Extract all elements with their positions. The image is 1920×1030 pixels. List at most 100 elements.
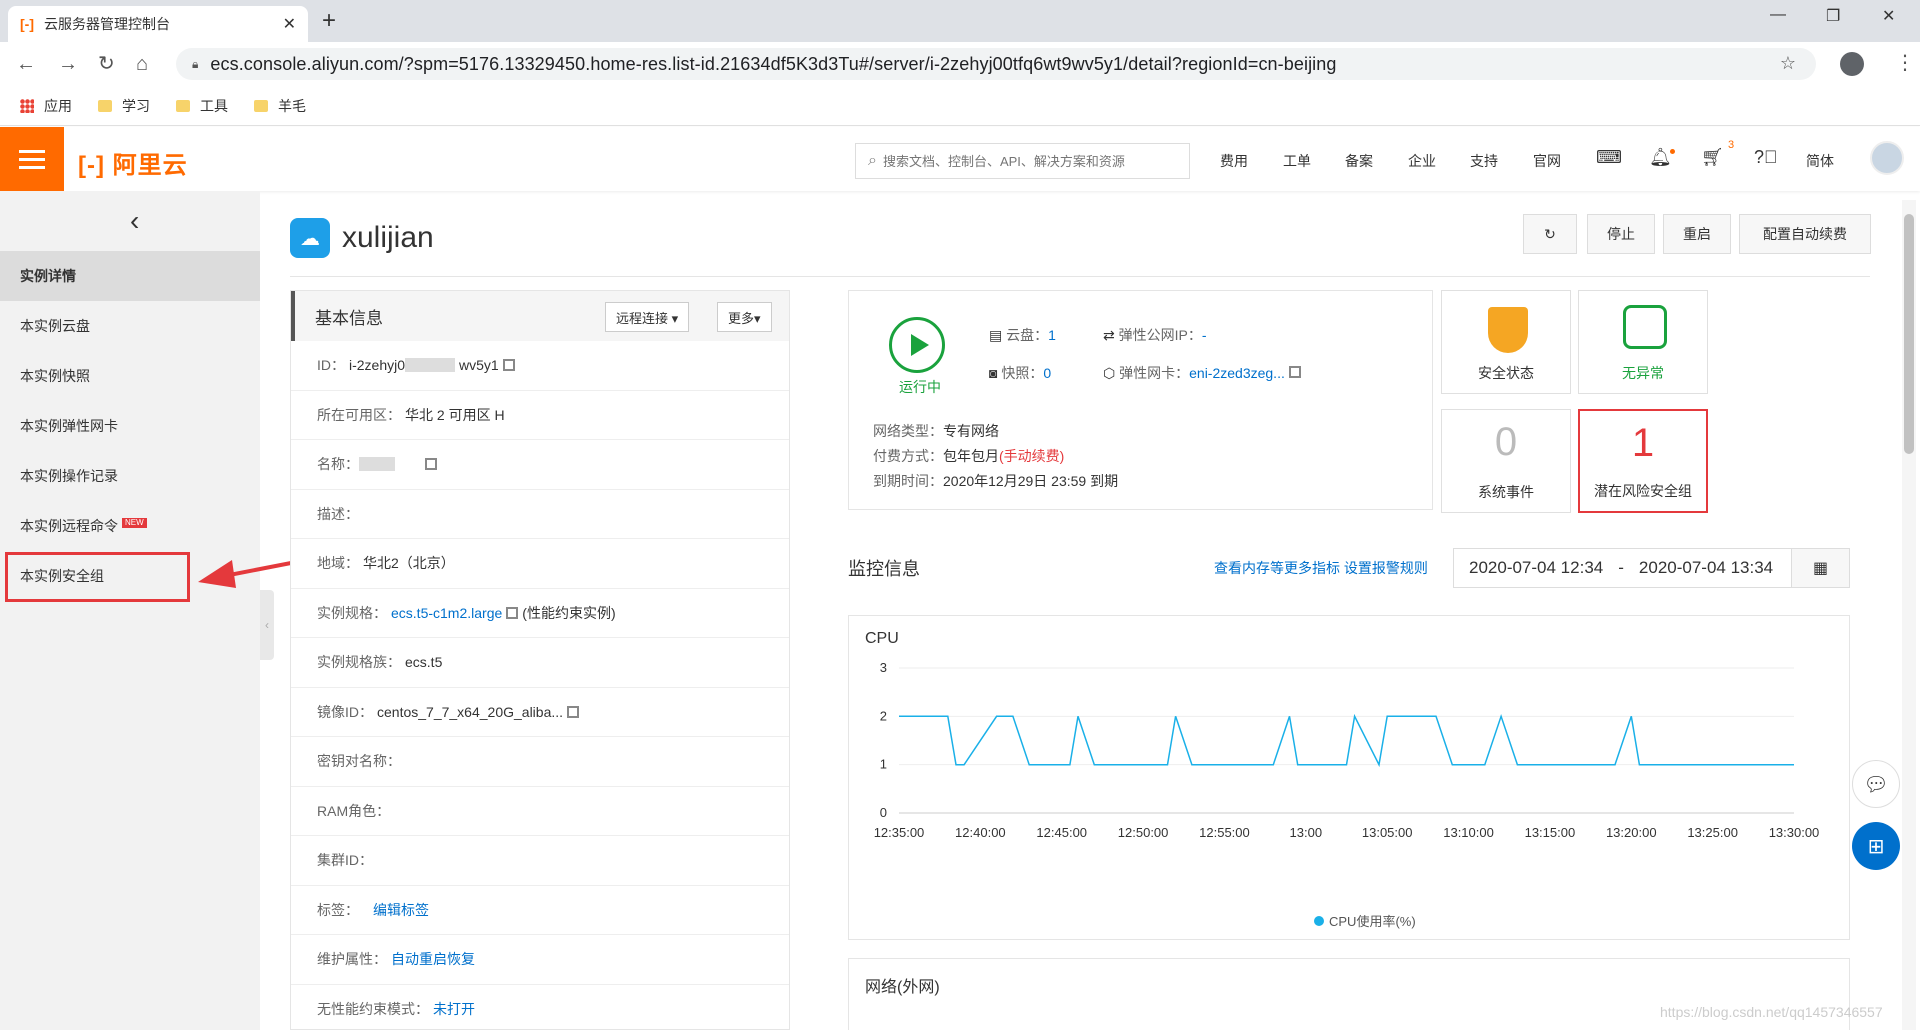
disk-count-link[interactable]: 1 — [1048, 327, 1056, 343]
nav-tickets[interactable]: 工单 — [1283, 151, 1311, 171]
forward-icon[interactable]: → — [58, 52, 78, 76]
bookmarks-bar: 应用 学习 工具 羊毛 — [0, 86, 1920, 126]
bookmark-study[interactable]: 学习 — [98, 96, 150, 116]
refresh-icon: ↻ — [1544, 225, 1556, 242]
card-label: 系统事件 — [1478, 484, 1534, 500]
restore-icon[interactable]: ❐ — [1826, 6, 1840, 26]
auto-renew-button[interactable]: 配置自动续费 — [1739, 214, 1871, 254]
redacted-block — [405, 358, 456, 373]
security-status-card[interactable]: 安全状态 — [1441, 290, 1571, 394]
nav-website[interactable]: 官网 — [1533, 151, 1561, 171]
row-label: ID： — [317, 357, 345, 374]
menu-icon[interactable] — [0, 127, 64, 191]
copy-icon[interactable] — [502, 359, 515, 372]
chat-icon[interactable]: 💬︎ — [1852, 760, 1900, 808]
url-text: ecs.console.aliyun.com/?spm=5176.1332945… — [210, 53, 1337, 74]
eip-icon: ⇄ — [1103, 327, 1119, 343]
avatar[interactable] — [1870, 141, 1904, 175]
date-range-picker[interactable]: 2020-07-04 12:34 - 2020-07-04 13:34 ▦ — [1453, 548, 1850, 588]
row-label: 镜像ID： — [317, 703, 373, 720]
legend-label: CPU使用率(%) — [1329, 914, 1416, 929]
sidebar-collapse-handle[interactable]: ‹ — [260, 590, 274, 660]
nav-enterprise[interactable]: 企业 — [1408, 151, 1436, 171]
nav-support[interactable]: 支持 — [1470, 151, 1498, 171]
bookmark-wool[interactable]: 羊毛 — [254, 96, 306, 116]
bookmark-label: 羊毛 — [278, 97, 306, 114]
sidebar-item-disks[interactable]: 本实例云盘 — [0, 301, 260, 351]
notification-dot — [1670, 149, 1675, 154]
browser-tab[interactable]: [-] 云服务器管理控制台 ✕ — [8, 6, 308, 42]
copy-icon[interactable] — [1288, 366, 1301, 378]
remote-connect-button[interactable]: 远程连接 ▾ — [605, 302, 690, 332]
pulse-icon — [1623, 305, 1667, 349]
reload-icon[interactable]: ↻ — [98, 52, 115, 76]
close-tab-icon[interactable]: ✕ — [283, 14, 296, 34]
value: 专有网络 — [943, 423, 999, 439]
sidebar-item-instance-detail[interactable]: 实例详情 — [0, 251, 260, 301]
help-icon[interactable]: ?⃝ — [1754, 147, 1778, 168]
apps-grid-icon[interactable]: ⊞ — [1852, 822, 1900, 870]
browser-menu-icon[interactable]: ⋮ — [1895, 50, 1915, 75]
calendar-icon[interactable]: ▦ — [1791, 549, 1849, 587]
eni-info: ⬡ 弹性网卡：eni-2zed3zeg... — [1103, 363, 1301, 383]
aliyun-logo[interactable]: [-] 阿里云 — [78, 145, 188, 180]
profile-icon[interactable] — [1840, 52, 1864, 76]
url-input[interactable]: 🔒︎ ecs.console.aliyun.com/?spm=5176.1332… — [176, 48, 1816, 80]
nav-filing[interactable]: 备案 — [1345, 151, 1373, 171]
restart-button[interactable]: 重启 — [1663, 214, 1731, 254]
scroll-thumb[interactable] — [1904, 214, 1914, 454]
value: 包年包月 — [943, 448, 999, 464]
cart-icon[interactable]: 🛒︎ — [1701, 147, 1724, 168]
row-keypair: 密钥对名称： — [291, 737, 789, 787]
search-input[interactable] — [882, 153, 1173, 169]
copy-icon[interactable] — [506, 606, 519, 619]
running-icon — [889, 317, 945, 373]
arrow-head — [198, 560, 236, 588]
edit-tags-link[interactable]: 编辑标签 — [373, 900, 429, 920]
instance-type-link[interactable]: ecs.t5-c1m2.large — [391, 605, 502, 621]
language-switch[interactable]: 简体 — [1806, 151, 1834, 171]
monitor-links[interactable]: 查看内存等更多指标 设置报警规则 — [1214, 558, 1428, 578]
scrollbar[interactable] — [1902, 200, 1916, 1030]
x-tick-label: 13:25:00 — [1687, 825, 1738, 840]
sidebar-item-snapshots[interactable]: 本实例快照 — [0, 351, 260, 401]
minimize-icon[interactable]: — — [1770, 6, 1786, 24]
expire-time: 到期时间：2020年12月29日 23:59 到期 — [873, 471, 1118, 491]
bookmark-star-icon[interactable]: ☆ — [1780, 53, 1796, 74]
bell-icon[interactable]: 🔔︎ — [1649, 147, 1672, 168]
label: 付费方式： — [873, 448, 943, 464]
copy-icon[interactable] — [567, 705, 580, 718]
cpu-chart: 0 1 2 3 12:35:00 12:40:00 12:45:00 12:50:00 12:5… — [874, 660, 1820, 929]
maintenance-link[interactable]: 自动重启恢复 — [391, 949, 475, 969]
row-label: 标签： — [317, 901, 359, 918]
copy-icon[interactable] — [425, 458, 437, 471]
unlimited-mode-link[interactable]: 未打开 — [433, 999, 475, 1019]
stop-button[interactable]: 停止 — [1587, 214, 1655, 254]
sidebar-item-label: 本实例远程命令 — [20, 518, 118, 534]
row-label: 名称： — [317, 456, 359, 473]
row-note: (性能约束实例) — [522, 604, 616, 621]
search-box[interactable]: ⌕ — [855, 143, 1190, 179]
bookmark-apps[interactable]: 应用 — [20, 96, 72, 116]
system-events-card[interactable]: 0 系统事件 — [1441, 409, 1571, 513]
row-value: 华北 2 可用区 H — [405, 406, 505, 423]
terminal-icon[interactable]: ⌨ — [1596, 147, 1622, 168]
eni-link[interactable]: eni-2zed3zeg... — [1189, 365, 1285, 381]
cart-count: 3 — [1728, 139, 1735, 151]
row-name: 名称： — [291, 440, 789, 490]
sidebar-item-eni[interactable]: 本实例弹性网卡 — [0, 401, 260, 451]
x-tick-label: 12:55:00 — [1199, 825, 1250, 840]
disk-icon: ▤ — [989, 327, 1007, 343]
nav-fees[interactable]: 费用 — [1220, 151, 1248, 171]
snapshot-count-link[interactable]: 0 — [1043, 365, 1051, 381]
more-button[interactable]: 更多▾ — [717, 302, 772, 332]
refresh-button[interactable]: ↻ — [1523, 214, 1577, 254]
chevron-left-icon[interactable]: ‹ — [130, 205, 139, 237]
home-icon[interactable]: ⌂ — [136, 52, 148, 76]
back-icon[interactable]: ← — [16, 52, 36, 76]
risk-security-group-card[interactable]: 1 潜在风险安全组 — [1578, 409, 1708, 513]
new-tab-icon[interactable]: + — [322, 8, 336, 34]
health-card[interactable]: 无异常 — [1578, 290, 1708, 394]
bookmark-tools[interactable]: 工具 — [176, 96, 228, 116]
close-window-icon[interactable]: ✕ — [1882, 6, 1895, 26]
